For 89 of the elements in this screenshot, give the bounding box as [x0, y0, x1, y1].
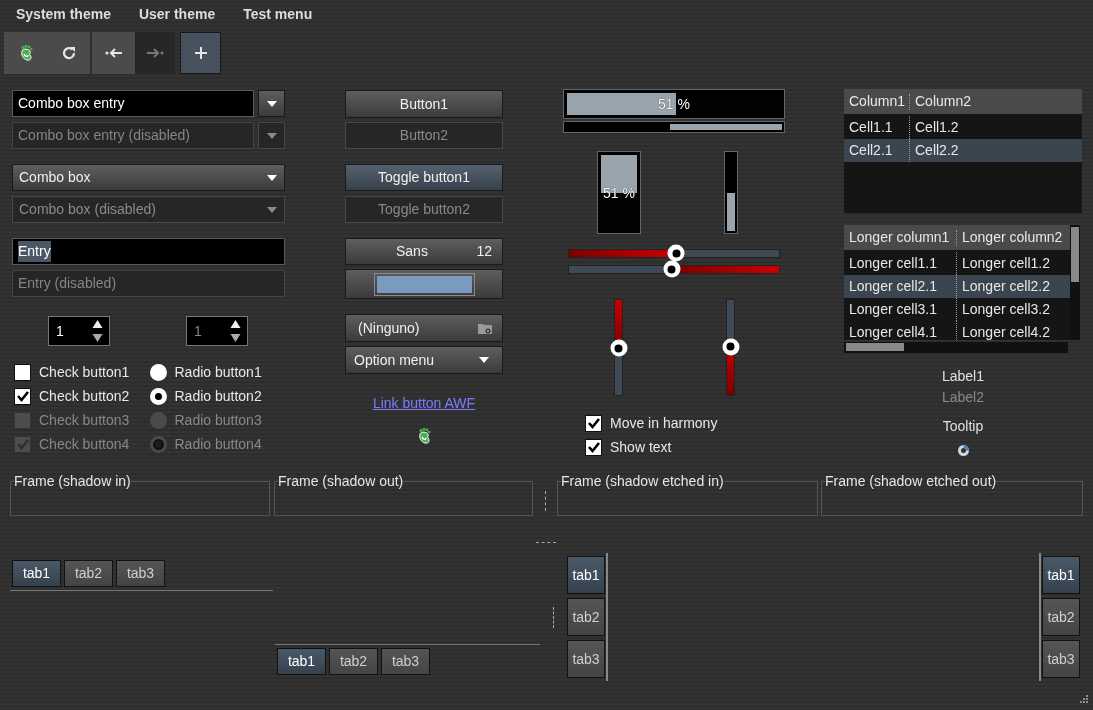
check-mark-icon	[586, 440, 601, 454]
tab[interactable]: tab2	[64, 560, 113, 587]
spinner-icon	[957, 445, 969, 456]
column-header[interactable]: Longer column2	[957, 229, 1063, 246]
tab[interactable]: tab1	[277, 648, 326, 675]
toolbar-button[interactable]	[180, 32, 221, 74]
caret-icon	[478, 356, 490, 364]
frame-label: Frame (shadow etched in)	[561, 474, 724, 489]
tab[interactable]: tab2	[1042, 598, 1080, 636]
checkbox-label[interactable]: Check button2	[39, 385, 130, 407]
column-header[interactable]: Column1	[844, 93, 910, 110]
caret-icon	[266, 173, 278, 182]
tab[interactable]: tab3	[567, 640, 605, 678]
caret-icon	[265, 131, 278, 140]
slider-thumb[interactable]	[667, 244, 685, 262]
input-field[interactable]: Entry	[12, 238, 285, 265]
link-button[interactable]: Link button AWF	[372, 393, 476, 414]
table-cell[interactable]: Cell2.2	[910, 139, 1082, 162]
spin-button[interactable]: 1	[48, 316, 110, 346]
up-down-arrows-icon	[92, 319, 103, 343]
frame-label: Frame (shadow in)	[14, 474, 131, 489]
color-button[interactable]	[345, 269, 503, 299]
menu-item[interactable]: Test menu	[229, 3, 327, 25]
table-cell[interactable]: Longer cell4.2	[957, 321, 1070, 340]
toolbar-button[interactable]	[47, 32, 90, 74]
checkbox[interactable]	[14, 363, 31, 381]
footprint-icon	[416, 427, 432, 445]
progress-text: 51 %	[657, 94, 691, 114]
tab[interactable]: tab3	[116, 560, 165, 587]
button[interactable]: Button1	[345, 90, 503, 118]
combo-box[interactable]: Combo box	[12, 164, 285, 191]
check-mark-icon	[15, 437, 30, 451]
resize-grip-icon	[1079, 694, 1089, 704]
radio-button[interactable]	[149, 363, 167, 381]
table-cell[interactable]: Longer cell3.2	[957, 298, 1070, 321]
frame-label: Frame (shadow etched out)	[825, 474, 997, 489]
refresh-icon	[60, 45, 77, 61]
table-cell[interactable]: Cell2.1	[844, 139, 910, 162]
tab[interactable]: tab1	[12, 560, 61, 587]
tab[interactable]: tab2	[329, 648, 378, 675]
menu-item[interactable]: User theme	[124, 3, 230, 25]
combo-entry-field[interactable]: Combo box entry	[12, 90, 255, 117]
font-button[interactable]: Sans 12	[345, 238, 503, 265]
toggle-button[interactable]: Toggle button1	[345, 164, 503, 191]
scrollbar-thumb[interactable]	[846, 343, 904, 351]
table-cell[interactable]: Longer cell2.1	[844, 275, 957, 298]
table-cell[interactable]: Cell1.2	[910, 116, 1082, 139]
check-mark-icon	[586, 416, 601, 430]
scrollbar[interactable]	[844, 342, 1068, 353]
add-icon	[194, 47, 207, 59]
checkbox[interactable]	[585, 414, 602, 432]
slider-thumb[interactable]	[610, 339, 627, 357]
caret-icon	[266, 205, 278, 214]
radio-label[interactable]: Radio button1	[174, 361, 262, 383]
tab[interactable]: tab1	[1042, 556, 1080, 594]
table-cell[interactable]: Longer cell3.1	[844, 298, 957, 321]
label: Label2	[941, 388, 984, 407]
tab[interactable]: tab3	[1042, 640, 1080, 678]
radio-button[interactable]	[149, 387, 167, 405]
forward-arrow-icon	[146, 47, 164, 59]
back-arrow-icon	[104, 47, 123, 59]
table-cell[interactable]: Longer cell1.2	[957, 252, 1070, 275]
frame-label: Frame (shadow out)	[278, 474, 404, 489]
up-down-arrows-icon	[230, 319, 241, 343]
checkbox[interactable]	[585, 438, 602, 456]
table-cell[interactable]: Longer cell2.2	[957, 275, 1070, 298]
checkbox-label[interactable]: Show text	[610, 436, 672, 458]
column-header[interactable]: Longer column1	[844, 229, 957, 246]
option-menu[interactable]: Option menu	[345, 346, 503, 374]
menu-item[interactable]: System theme	[2, 3, 125, 25]
tab[interactable]: tab2	[567, 598, 605, 636]
checkbox-label[interactable]: Move in harmony	[610, 412, 718, 434]
tooltip-label: Tooltip	[942, 417, 984, 436]
slider-thumb[interactable]	[663, 260, 681, 278]
column-header[interactable]: Column2	[910, 93, 972, 110]
check-mark-icon	[15, 389, 30, 403]
folder-icon	[478, 322, 492, 334]
tab[interactable]: tab3	[381, 648, 430, 675]
scrollbar[interactable]	[1070, 225, 1080, 340]
tab[interactable]: tab1	[567, 556, 605, 594]
checkbox-label[interactable]: Check button1	[39, 361, 130, 383]
label: Label1	[941, 367, 984, 386]
slider-thumb[interactable]	[722, 338, 739, 356]
dropdown-button[interactable]	[258, 90, 285, 117]
file-chooser-button[interactable]: (Ninguno)	[345, 314, 503, 342]
checkbox[interactable]	[14, 387, 31, 405]
scrollbar-thumb[interactable]	[1071, 227, 1079, 282]
caret-icon	[265, 99, 278, 108]
radio-label[interactable]: Radio button2	[174, 385, 262, 407]
